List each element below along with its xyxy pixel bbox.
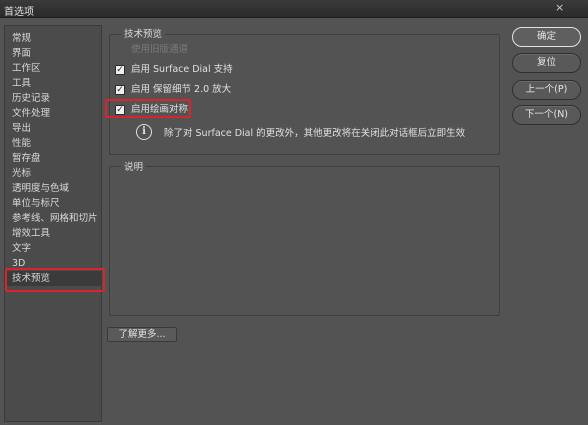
next-button[interactable]: 下一个(N) [512, 105, 581, 125]
sidebar-item-transparency-gamut[interactable]: 透明度与色域 [5, 181, 101, 196]
sidebar-item-tools[interactable]: 工具 [5, 76, 101, 91]
sidebar-item-interface[interactable]: 界面 [5, 46, 101, 61]
sidebar-item-plugins[interactable]: 增效工具 [5, 226, 101, 241]
tech-preview-title: 技术预览 [121, 26, 166, 40]
title-bar: 首选项 × [0, 0, 588, 18]
sidebar-item-units-rulers[interactable]: 单位与标尺 [5, 196, 101, 211]
close-icon[interactable]: × [555, 1, 564, 14]
ok-button[interactable]: 确定 [512, 27, 581, 47]
info-text: 除了对 Surface Dial 的更改外，其他更改将在关闭此对话框后立即生效 [164, 128, 466, 139]
sidebar-item-scratch-disks[interactable]: 暂存盘 [5, 151, 101, 166]
description-title: 说明 [121, 159, 147, 173]
checkbox-checked-icon[interactable]: ✓ [115, 65, 125, 75]
option-label[interactable]: 启用 保留细节 2.0 放大 [131, 83, 231, 97]
window-title: 首选项 [4, 7, 34, 18]
option-label[interactable]: 启用 Surface Dial 支持 [131, 63, 233, 77]
sidebar-item-history[interactable]: 历史记录 [5, 91, 101, 106]
sidebar-item-guides-grid-slices[interactable]: 参考线、网格和切片 [5, 211, 101, 226]
sidebar-item-general[interactable]: 常规 [5, 31, 101, 46]
option-label: 使用旧版通道 [131, 44, 189, 55]
sidebar-item-technology-previews[interactable]: 技术预览 [5, 268, 105, 292]
prev-button[interactable]: 上一个(P) [512, 80, 581, 100]
checkbox-checked-icon[interactable]: ✓ [115, 85, 125, 95]
sidebar-item-file-handling[interactable]: 文件处理 [5, 106, 101, 121]
reset-button[interactable]: 复位 [512, 53, 581, 73]
sidebar-item-type[interactable]: 文字 [5, 241, 101, 256]
sidebar-item-performance[interactable]: 性能 [5, 136, 101, 151]
description-group [109, 166, 500, 316]
option-label[interactable]: 启用绘画对称 [131, 103, 188, 117]
sidebar-item-cursors[interactable]: 光标 [5, 166, 101, 181]
learn-more-button[interactable]: 了解更多... [107, 327, 177, 342]
checkbox-checked-icon[interactable]: ✓ [115, 105, 125, 115]
info-icon: i [136, 124, 152, 140]
sidebar-item-export[interactable]: 导出 [5, 121, 101, 136]
sidebar-item-workspace[interactable]: 工作区 [5, 61, 101, 76]
preferences-category-list: 常规 界面 工作区 工具 历史记录 文件处理 导出 性能 暂存盘 光标 透明度与… [4, 25, 105, 422]
